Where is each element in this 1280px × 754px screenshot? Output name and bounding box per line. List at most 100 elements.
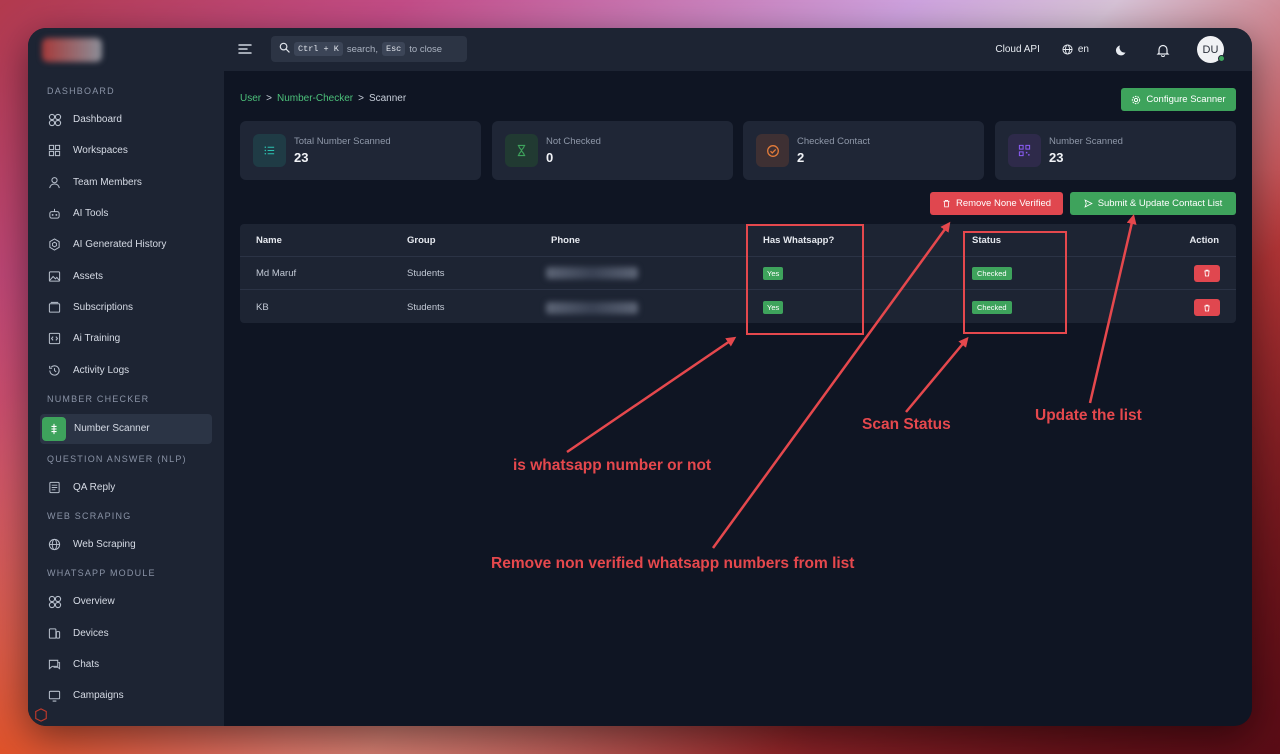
remove-none-verified-button[interactable]: Remove None Verified <box>930 192 1063 215</box>
sidebar-item-ai-tools[interactable]: AI Tools <box>28 198 224 229</box>
devices-icon <box>47 626 62 641</box>
robot-icon <box>47 206 62 221</box>
sidebar-item-label: Overview <box>73 596 115 608</box>
breadcrumb-separator: > <box>266 93 272 104</box>
openai-icon <box>47 237 62 252</box>
stat-card: Number Scanned 23 <box>995 121 1236 180</box>
campaign-icon <box>47 688 62 703</box>
table-row: KB Students Yes Checked <box>240 291 1236 324</box>
grid-icon <box>47 143 62 158</box>
app-logo <box>42 38 102 62</box>
cell-group: Students <box>407 267 445 279</box>
online-status-dot <box>1218 55 1225 62</box>
sidebar-item-ai-generated-history[interactable]: AI Generated History <box>28 229 224 260</box>
chat-icon <box>47 657 62 672</box>
sidebar-item-workspaces[interactable]: Workspaces <box>28 135 224 166</box>
language-selector[interactable]: en <box>1062 44 1089 55</box>
header-phone: Phone <box>551 234 581 246</box>
submit-update-label: Submit & Update Contact List <box>1097 198 1223 209</box>
cell-has-whatsapp: Yes <box>763 257 784 289</box>
search-close-key: Esc <box>381 42 406 56</box>
configure-scanner-label: Configure Scanner <box>1146 94 1226 105</box>
stat-value: 23 <box>1049 150 1064 165</box>
app-window: DASHBOARD Dashboard Workspaces Team Members… <box>28 28 1252 726</box>
search-bar[interactable]: Ctrl + K search, Esc to close <box>271 36 467 62</box>
cell-phone <box>546 291 638 324</box>
breadcrumb-number-checker[interactable]: Number-Checker <box>277 93 353 104</box>
sidebar-item-devices[interactable]: Devices <box>28 618 224 649</box>
sidebar-nav: DASHBOARD Dashboard Workspaces Team Members… <box>28 78 224 711</box>
header-name: Name <box>256 234 282 246</box>
sidebar-item-label: Workspaces <box>73 145 128 157</box>
submit-update-contact-list-button[interactable]: Submit & Update Contact List <box>1070 192 1236 215</box>
search-icon <box>279 42 290 56</box>
sidebar-item-team-members[interactable]: Team Members <box>28 167 224 198</box>
code-icon <box>47 331 62 346</box>
sidebar-item-dashboard[interactable]: Dashboard <box>28 104 224 135</box>
stat-value: 23 <box>294 150 309 165</box>
check-circle-icon <box>756 134 789 167</box>
trash-icon <box>943 199 950 208</box>
sidebar-item-overview[interactable]: Overview <box>28 586 224 617</box>
status-badge: Checked <box>972 266 1012 280</box>
sidebar-item-label: AI Generated History <box>73 239 167 251</box>
sidebar-item-web-scraping[interactable]: Web Scraping <box>28 529 224 560</box>
header-has-whatsapp: Has Whatsapp? <box>763 234 835 246</box>
cell-has-whatsapp: Yes <box>763 291 784 324</box>
document-icon <box>47 480 62 495</box>
stat-label: Total Number Scanned <box>294 136 391 147</box>
topbar-actions: Cloud API en DU <box>995 28 1252 71</box>
sidebar-item-ai-training[interactable]: Ai Training <box>28 323 224 354</box>
sidebar-item-campaigns[interactable]: Campaigns <box>28 680 224 711</box>
sidebar-item-label: Web Scraping <box>73 539 136 551</box>
delete-row-button[interactable] <box>1194 264 1220 282</box>
status-badge: Checked <box>972 301 1012 314</box>
sidebar-item-label: Dashboard <box>73 114 122 126</box>
cell-group: Students <box>407 302 445 313</box>
sidebar-item-subscriptions[interactable]: Subscriptions <box>28 292 224 323</box>
hourglass-icon <box>505 134 538 167</box>
bell-icon[interactable] <box>1156 43 1170 57</box>
breadcrumb-user[interactable]: User <box>240 93 261 104</box>
stat-card: Total Number Scanned 23 <box>240 121 481 180</box>
sidebar-section-title: WEB SCRAPING <box>47 510 132 521</box>
annotation-whatsapp-label: is whatsapp number or not <box>513 457 712 474</box>
sidebar-item-activity-logs[interactable]: Activity Logs <box>28 354 224 385</box>
dark-mode-icon[interactable] <box>1115 43 1129 57</box>
dashboard-icon <box>47 112 62 127</box>
cell-name: Md Maruf <box>256 267 297 279</box>
sidebar-section-title: QUESTION ANSWER (NLP) <box>47 453 187 464</box>
sidebar-item-number-scanner[interactable]: Number Scanner <box>40 413 212 444</box>
redacted-phone <box>546 267 638 279</box>
breadcrumb-current: Scanner <box>368 93 407 104</box>
sidebar-item-qa-reply[interactable]: QA Reply <box>28 472 224 503</box>
menu-toggle-icon[interactable] <box>238 42 252 56</box>
image-icon <box>47 269 62 284</box>
cell-phone <box>546 257 638 289</box>
stat-value: 0 <box>546 150 554 165</box>
whatsapp-badge: Yes <box>763 301 784 314</box>
delete-row-button[interactable] <box>1194 299 1220 316</box>
configure-scanner-button[interactable]: Configure Scanner <box>1121 88 1236 111</box>
stat-card: Checked Contact 2 <box>743 121 984 180</box>
cell-action <box>1194 257 1220 289</box>
annotation-update-label: Update the list <box>1035 407 1142 424</box>
globe-icon <box>1062 44 1073 55</box>
sidebar-item-chats[interactable]: Chats <box>28 649 224 680</box>
header-action: Action <box>1189 234 1219 246</box>
cloud-api-link[interactable]: Cloud API <box>995 44 1039 55</box>
sidebar-item-label: Devices <box>73 627 109 639</box>
sidebar-item-assets[interactable]: Assets <box>28 260 224 291</box>
subscriptions-icon <box>47 300 62 315</box>
dashboard-icon <box>47 594 62 609</box>
cell-name: KB <box>256 302 269 313</box>
trash-icon <box>1204 269 1210 277</box>
globe-icon <box>47 537 62 552</box>
avatar[interactable]: DU <box>1197 36 1225 63</box>
sidebar-item-label: Chats <box>73 659 100 670</box>
breadcrumb: User > Number-Checker > Scanner <box>240 93 406 104</box>
gear-icon <box>1132 95 1141 104</box>
remove-none-verified-label: Remove None Verified <box>955 198 1052 209</box>
sidebar-item-label: QA Reply <box>73 481 116 493</box>
sidebar-section-title: NUMBER CHECKER <box>47 393 150 404</box>
